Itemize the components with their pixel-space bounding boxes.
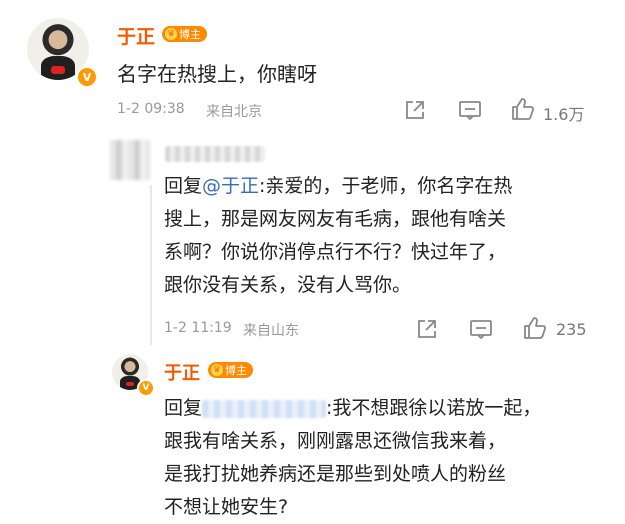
avatar[interactable]: [110, 140, 150, 180]
author-name[interactable]: [165, 146, 265, 162]
reply-text-line: :我不想跟徐以诺放一起，: [326, 397, 542, 419]
reply-text-line: 跟我有啥关系，刚刚露思还微信我来着，: [164, 430, 507, 452]
reply-location: 来自山东: [243, 323, 299, 339]
comment-icon: [470, 320, 492, 340]
verified-badge-icon: V: [137, 379, 155, 397]
reply-text: 回复 :我不想跟徐以诺放一起， 跟我有啥关系，刚刚露思还微信我来着， 是我打扰她养…: [164, 392, 614, 524]
reply-text-line: :亲爱的，于老师，你名字在热: [259, 175, 513, 197]
blogger-badge-label: 博主: [225, 364, 247, 377]
reply-text-line: 跟你没有关系，没有人骂你。: [164, 274, 412, 296]
share-button[interactable]: [416, 318, 438, 340]
like-button[interactable]: [510, 97, 536, 121]
like-count: 235: [556, 320, 587, 339]
reply-prefix: 回复: [164, 397, 203, 419]
crown-icon: ♛: [211, 364, 223, 376]
reply-time: 1-2 11:19: [164, 320, 232, 336]
reply-text-line: 是我打扰她养病还是那些到处喷人的粉丝: [164, 463, 507, 485]
reply-prefix: 回复: [164, 175, 203, 197]
reply-text-line: 不想让她安生?: [164, 496, 289, 518]
thread-line: [150, 185, 152, 345]
author-name[interactable]: 于正: [164, 359, 200, 385]
blurred-mention[interactable]: [202, 399, 327, 418]
comment-button[interactable]: [469, 318, 493, 340]
reply-text-line: 系啊？你说你消停点行不行？快过年了，: [164, 241, 507, 263]
comment-time: 1-2 09:38: [117, 101, 185, 117]
comment-button[interactable]: [458, 99, 482, 121]
thumbs-up-icon: [524, 317, 547, 339]
blogger-badge-label: 博主: [179, 28, 201, 41]
comment-text: 名字在热搜上，你瞎呀: [117, 62, 317, 86]
like-button[interactable]: [522, 316, 548, 340]
author-name[interactable]: 于正: [117, 22, 155, 49]
mention-link[interactable]: @于正: [202, 175, 259, 197]
comment-location: 来自北京: [206, 104, 262, 120]
comment-icon: [459, 101, 481, 121]
blogger-badge: ♛ 博主: [208, 362, 253, 378]
reply-text-line: 搜上，那是网友网友有毛病，跟他有啥关: [164, 208, 507, 230]
like-count: 1.6万: [543, 105, 585, 124]
reply-text: 回复@于正:亲爱的，于老师，你名字在热 搜上，那是网友网友有毛病，跟他有啥关 系…: [164, 170, 604, 302]
share-icon: [418, 320, 436, 338]
share-button[interactable]: [404, 99, 426, 121]
share-icon: [406, 101, 424, 119]
thumbs-up-icon: [512, 98, 535, 120]
blogger-badge: ♛ 博主: [162, 26, 207, 42]
crown-icon: ♛: [165, 28, 177, 40]
verified-badge-icon: V: [76, 66, 98, 88]
